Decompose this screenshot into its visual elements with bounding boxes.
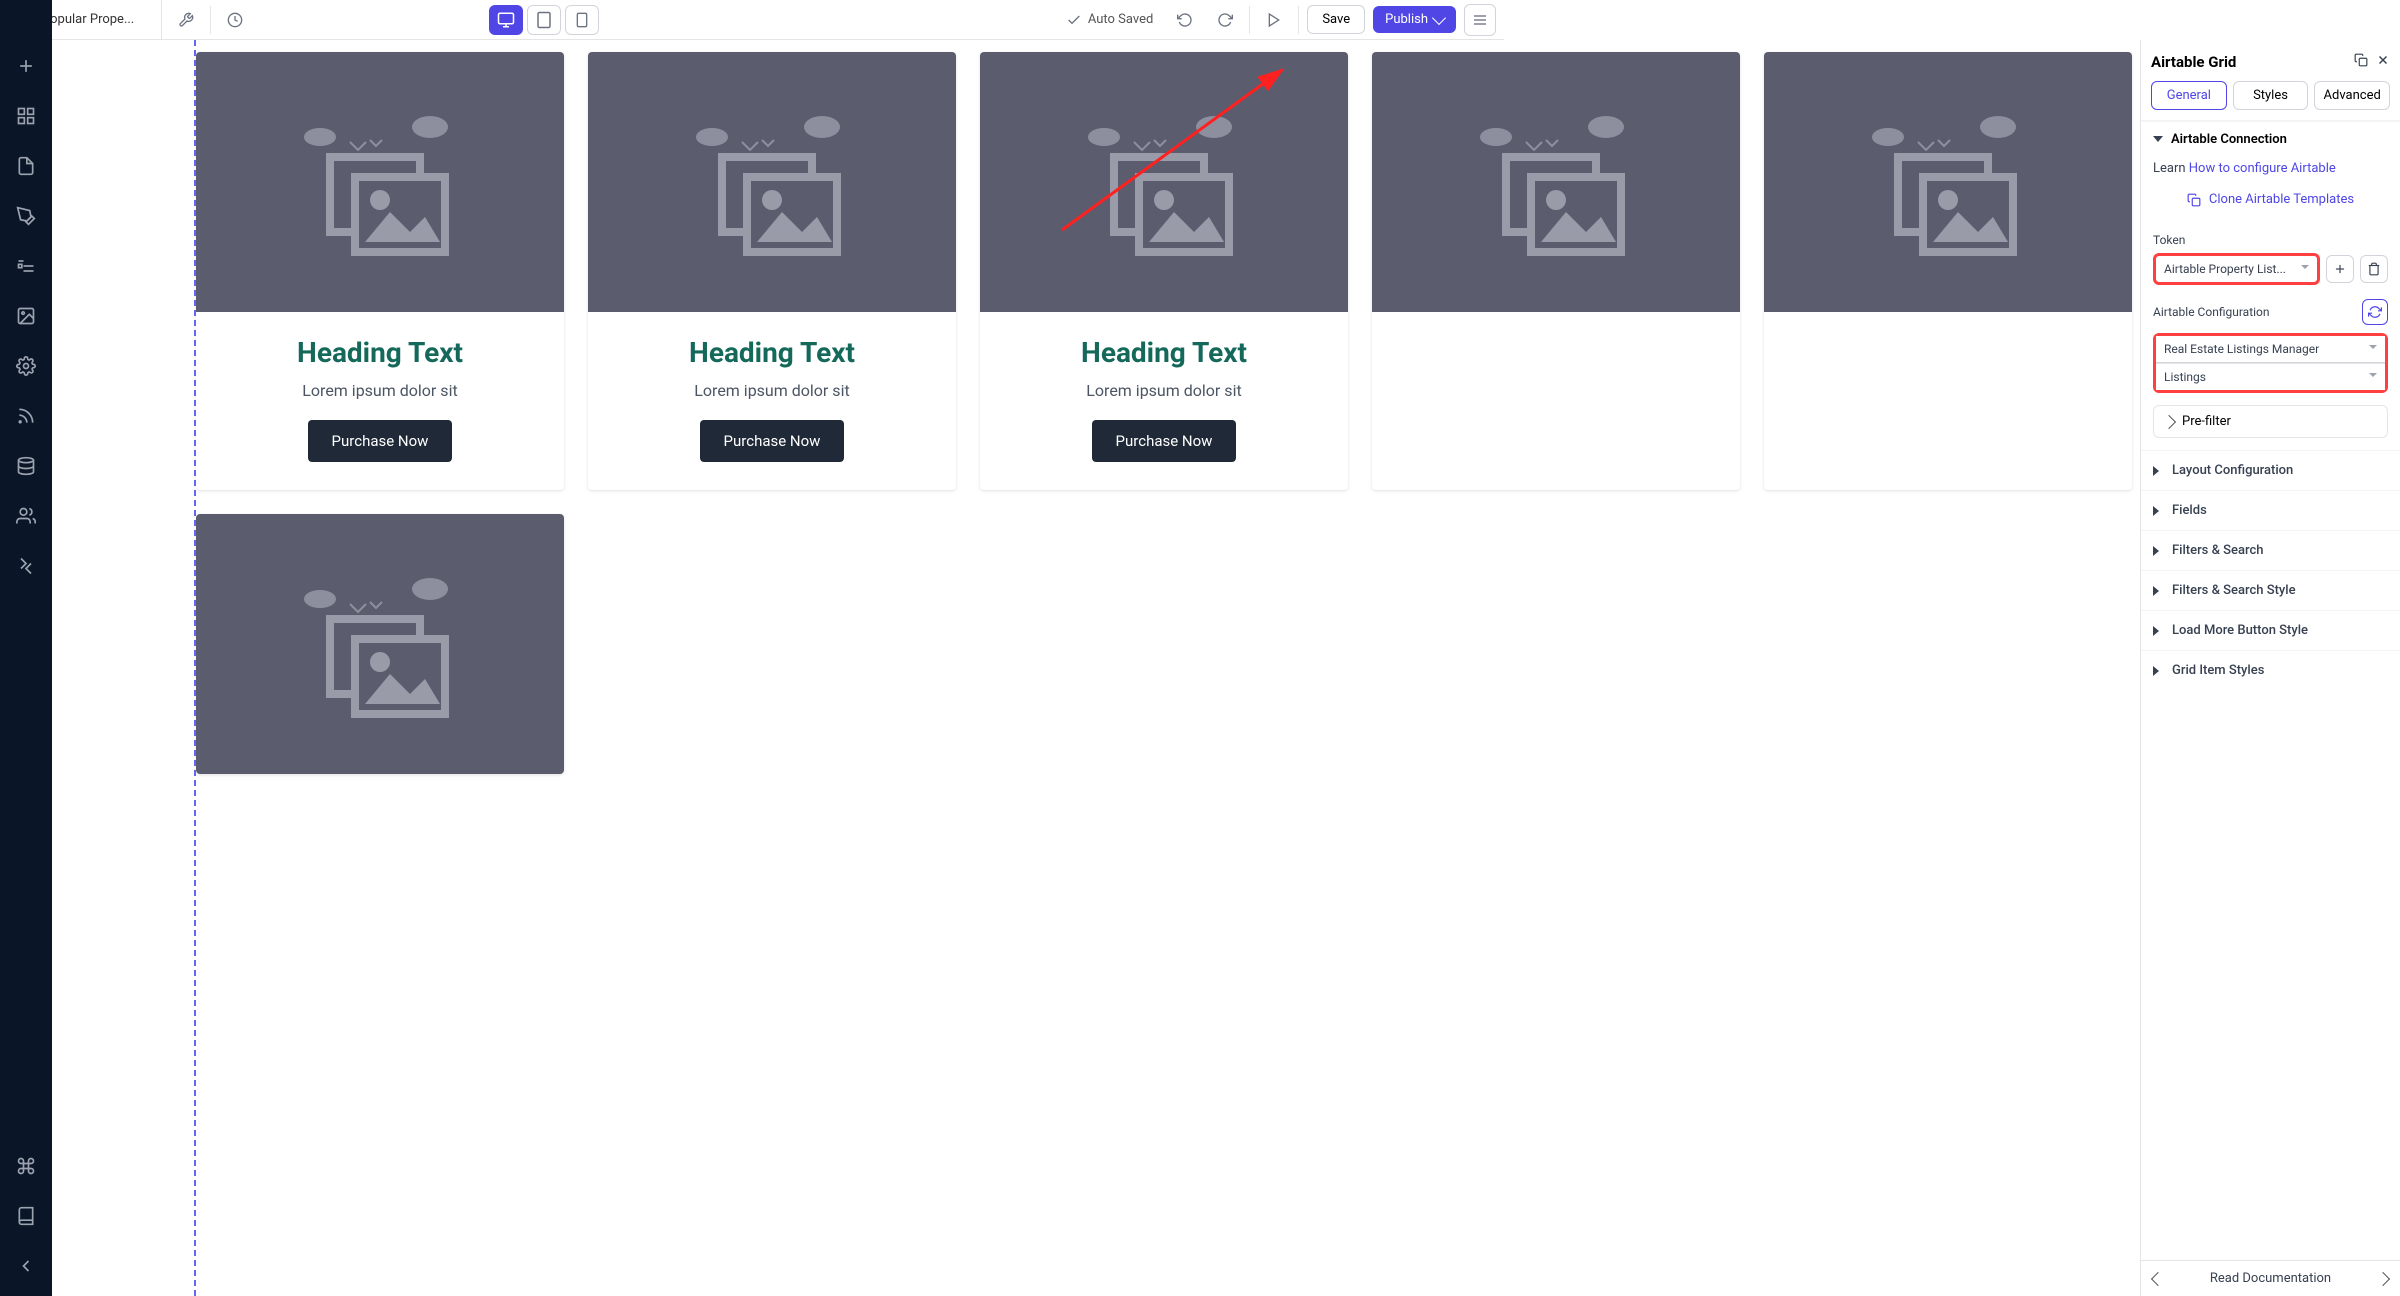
card-heading: Heading Text <box>216 336 544 369</box>
section-filters-search[interactable]: Filters & Search <box>2141 530 2400 570</box>
config-label: Airtable Configuration <box>2153 305 2270 319</box>
tab-advanced[interactable]: Advanced <box>2314 81 2390 110</box>
token-select[interactable]: Airtable Property List... <box>2153 253 2320 285</box>
grid-card[interactable]: Heading TextLorem ipsum dolor sitPurchas… <box>980 52 1348 490</box>
undo-button[interactable] <box>1169 4 1201 36</box>
base-select[interactable]: Real Estate Listings Manager <box>2156 336 2385 363</box>
properties-panel: Airtable Grid General Styles Advanced Ai… <box>2140 40 2400 1296</box>
section-layout[interactable]: Layout Configuration <box>2141 450 2400 490</box>
desktop-device-button[interactable] <box>489 5 523 35</box>
clone-templates-link[interactable]: Clone Airtable Templates <box>2209 192 2354 207</box>
save-button[interactable]: Save <box>1307 5 1365 34</box>
grid-card[interactable]: Heading Text Lorem ipsum dolor sit Purch… <box>196 52 564 490</box>
grid-card[interactable] <box>1372 52 1740 490</box>
check-icon <box>1066 12 1082 28</box>
section-griditem[interactable]: Grid Item Styles <box>2141 650 2400 690</box>
left-navigation-rail <box>0 0 52 1296</box>
section-loadmore[interactable]: Load More Button Style <box>2141 610 2400 650</box>
airtable-grid-preview: Heading Text Lorem ipsum dolor sit Purch… <box>196 52 2140 774</box>
redo-button[interactable] <box>1209 4 1241 36</box>
prefilter-toggle[interactable]: Pre-filter <box>2153 405 2388 438</box>
grid-card[interactable]: Heading TextLorem ipsum dolor sitPurchas… <box>588 52 956 490</box>
docs-button[interactable] <box>8 1198 44 1234</box>
publish-button[interactable]: Publish <box>1373 6 1456 33</box>
tools-button[interactable] <box>8 548 44 584</box>
copy-icon[interactable] <box>2354 52 2368 71</box>
table-select[interactable]: Listings <box>2156 363 2385 390</box>
card-cta-button[interactable]: Purchase Now <box>308 420 453 462</box>
history-button[interactable] <box>219 4 251 36</box>
token-label: Token <box>2153 233 2388 247</box>
panel-title: Airtable Grid <box>2151 53 2236 71</box>
section-airtable-connection[interactable]: Airtable Connection <box>2141 121 2400 157</box>
panel-footer: Read Documentation <box>2141 1260 2400 1296</box>
copy-icon <box>2187 193 2201 207</box>
grid-card[interactable] <box>196 514 564 774</box>
read-docs-link[interactable]: Read Documentation <box>2210 1271 2331 1286</box>
settings-wrench-button[interactable] <box>170 4 202 36</box>
tab-styles[interactable]: Styles <box>2233 81 2309 110</box>
panel-back-icon[interactable] <box>2151 1271 2165 1285</box>
top-toolbar: Popular Prope... Auto Saved Save Publish <box>0 0 1504 40</box>
blocks-button[interactable] <box>8 98 44 134</box>
mobile-device-button[interactable] <box>565 5 599 35</box>
close-icon[interactable] <box>2376 52 2390 71</box>
autosave-status: Auto Saved <box>1066 12 1153 28</box>
preview-button[interactable] <box>1258 4 1290 36</box>
device-preview-group <box>489 5 599 35</box>
media-button[interactable] <box>8 298 44 334</box>
panel-forward-icon[interactable] <box>2376 1271 2390 1285</box>
design-button[interactable] <box>8 198 44 234</box>
gear-icon[interactable] <box>8 348 44 384</box>
card-image-placeholder <box>196 52 564 312</box>
add-token-button[interactable] <box>2326 255 2354 283</box>
learn-text: Learn How to configure Airtable <box>2153 157 2388 186</box>
editor-canvas[interactable]: Heading Text Lorem ipsum dolor sit Purch… <box>52 40 2140 1296</box>
section-fields[interactable]: Fields <box>2141 490 2400 530</box>
collapse-button[interactable] <box>8 1248 44 1284</box>
rss-button[interactable] <box>8 398 44 434</box>
page-name-label[interactable]: Popular Prope... <box>42 0 162 39</box>
card-text: Lorem ipsum dolor sit <box>216 381 544 400</box>
tablet-device-button[interactable] <box>527 5 561 35</box>
users-button[interactable] <box>8 498 44 534</box>
grid-card[interactable] <box>1764 52 2132 490</box>
keyboard-button[interactable] <box>8 1148 44 1184</box>
delete-token-button[interactable] <box>2360 255 2388 283</box>
tab-general[interactable]: General <box>2151 81 2227 110</box>
learn-link[interactable]: How to configure Airtable <box>2189 161 2336 176</box>
pages-button[interactable] <box>8 148 44 184</box>
section-filters-style[interactable]: Filters & Search Style <box>2141 570 2400 610</box>
hamburger-menu-button[interactable] <box>1464 4 1496 36</box>
refresh-config-button[interactable] <box>2362 299 2388 325</box>
database-button[interactable] <box>8 448 44 484</box>
structure-button[interactable] <box>8 248 44 284</box>
add-element-button[interactable] <box>8 48 44 84</box>
